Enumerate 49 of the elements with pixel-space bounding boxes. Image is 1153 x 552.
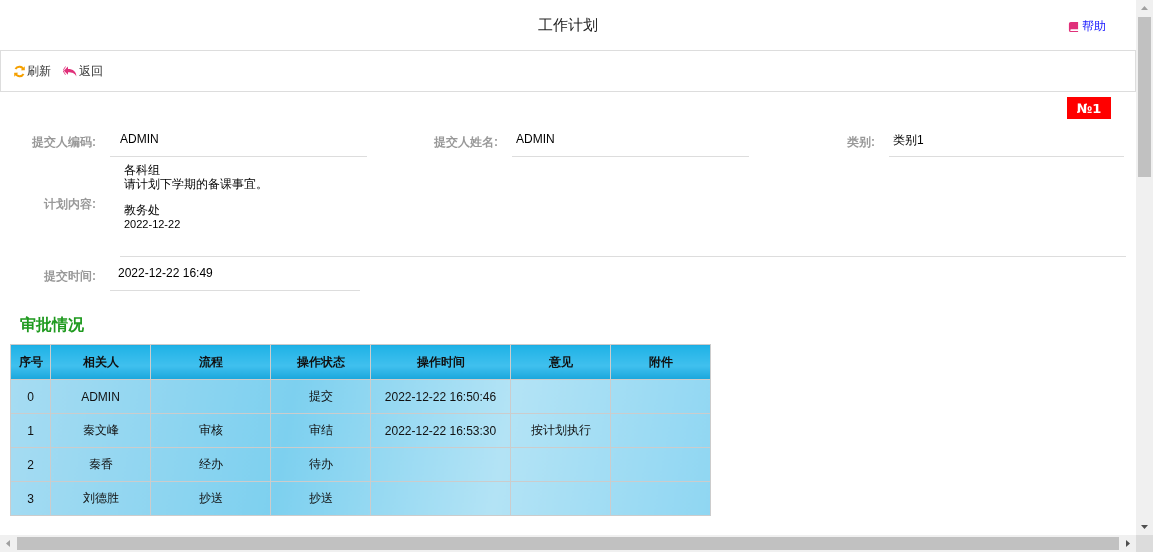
table-cell: 抄送 <box>150 481 271 516</box>
field-label: 提交时间: <box>43 268 97 285</box>
table-cell: 3 <box>10 481 51 516</box>
field-value: 类别1 <box>889 127 1124 157</box>
table-cell: 待办 <box>270 447 371 482</box>
back-button[interactable]: 返回 <box>63 62 103 80</box>
table-cell: 提交 <box>270 379 371 414</box>
table-cell: 审核 <box>150 413 271 448</box>
table-cell: 按计划执行 <box>510 413 611 448</box>
table-cell: 1 <box>10 413 51 448</box>
field-value: 2022-12-22 16:49 <box>110 261 360 291</box>
field-label: 计划内容: <box>42 195 97 213</box>
scrollbar-corner <box>1136 535 1153 552</box>
table-cell: 2022-12-22 16:53:30 <box>370 413 511 448</box>
field-label: 提交人姓名: <box>433 134 499 151</box>
table-cell: 审结 <box>270 413 371 448</box>
number-badge: №1 <box>1067 97 1111 119</box>
plan-content-text: 各科组 请计划下学期的备课事宜。 教务处 2022-12-22 <box>120 161 1126 257</box>
page-title: 工作计划 <box>538 15 598 35</box>
table-cell: 刘德胜 <box>50 481 151 516</box>
column-header: 相关人 <box>50 344 151 380</box>
table-cell: 2 <box>10 447 51 482</box>
field-label: 提交人编码: <box>31 134 97 151</box>
refresh-button[interactable]: 刷新 <box>13 62 51 80</box>
column-header: 流程 <box>150 344 271 380</box>
section-title: 审批情况 <box>20 315 85 335</box>
refresh-icon <box>13 64 26 78</box>
reply-all-icon <box>63 64 78 78</box>
table-cell: 秦文峰 <box>50 413 151 448</box>
table-cell: 经办 <box>150 447 271 482</box>
scroll-thumb[interactable] <box>1138 17 1151 177</box>
table-cell: ADMIN <box>50 379 151 414</box>
column-header: 操作状态 <box>270 344 371 380</box>
table-cell: 2022-12-22 16:50:46 <box>370 379 511 414</box>
scroll-thumb[interactable] <box>17 537 1119 550</box>
field-value: ADMIN <box>110 127 367 157</box>
column-header: 操作时间 <box>370 344 511 380</box>
table-cell: 抄送 <box>270 481 371 516</box>
table-cell: 秦香 <box>50 447 151 482</box>
column-header: 附件 <box>610 344 711 380</box>
horizontal-scrollbar[interactable] <box>0 535 1136 552</box>
vertical-scrollbar[interactable] <box>1136 0 1153 535</box>
field-value: ADMIN <box>512 127 749 157</box>
book-icon <box>1068 21 1079 32</box>
field-label: 类别: <box>846 134 876 151</box>
column-header: 意见 <box>510 344 611 380</box>
table-cell: 0 <box>10 379 51 414</box>
column-header: 序号 <box>10 344 51 380</box>
help-link[interactable]: 帮助 <box>1068 18 1106 35</box>
